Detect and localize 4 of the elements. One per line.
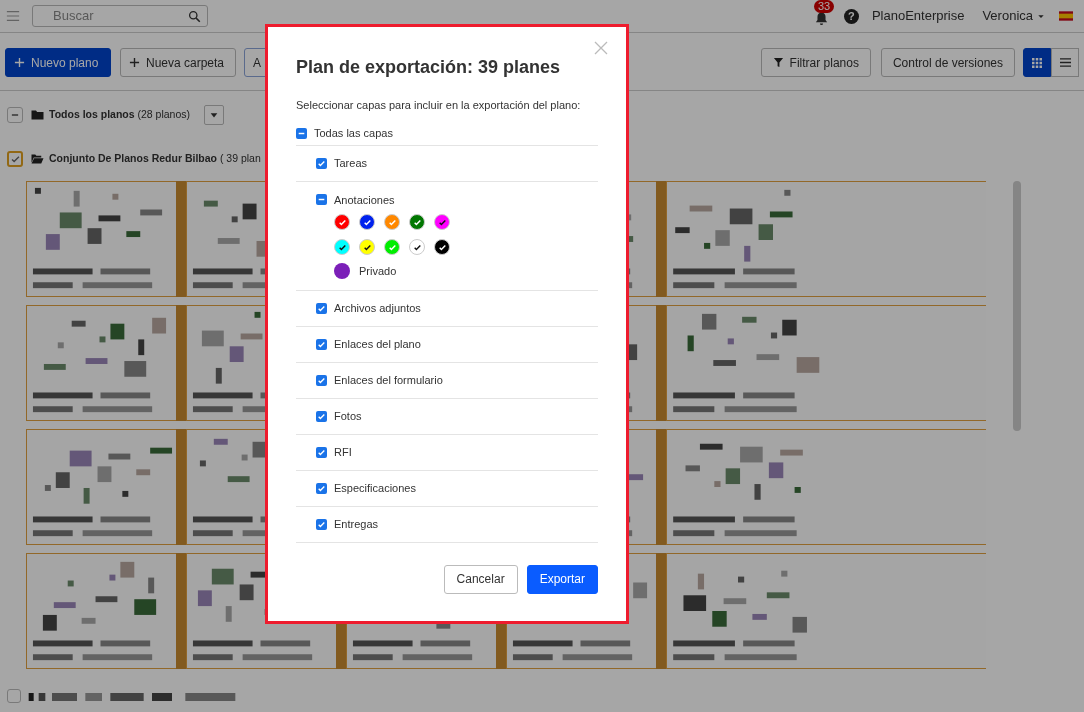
modal-title: Plan de exportación: 39 planes xyxy=(296,56,562,79)
modal-prompt: Seleccionar capas para incluir en la exportación del plano: xyxy=(296,98,582,113)
notification-count: 33 xyxy=(813,0,835,13)
private-label: Privado xyxy=(359,264,397,279)
